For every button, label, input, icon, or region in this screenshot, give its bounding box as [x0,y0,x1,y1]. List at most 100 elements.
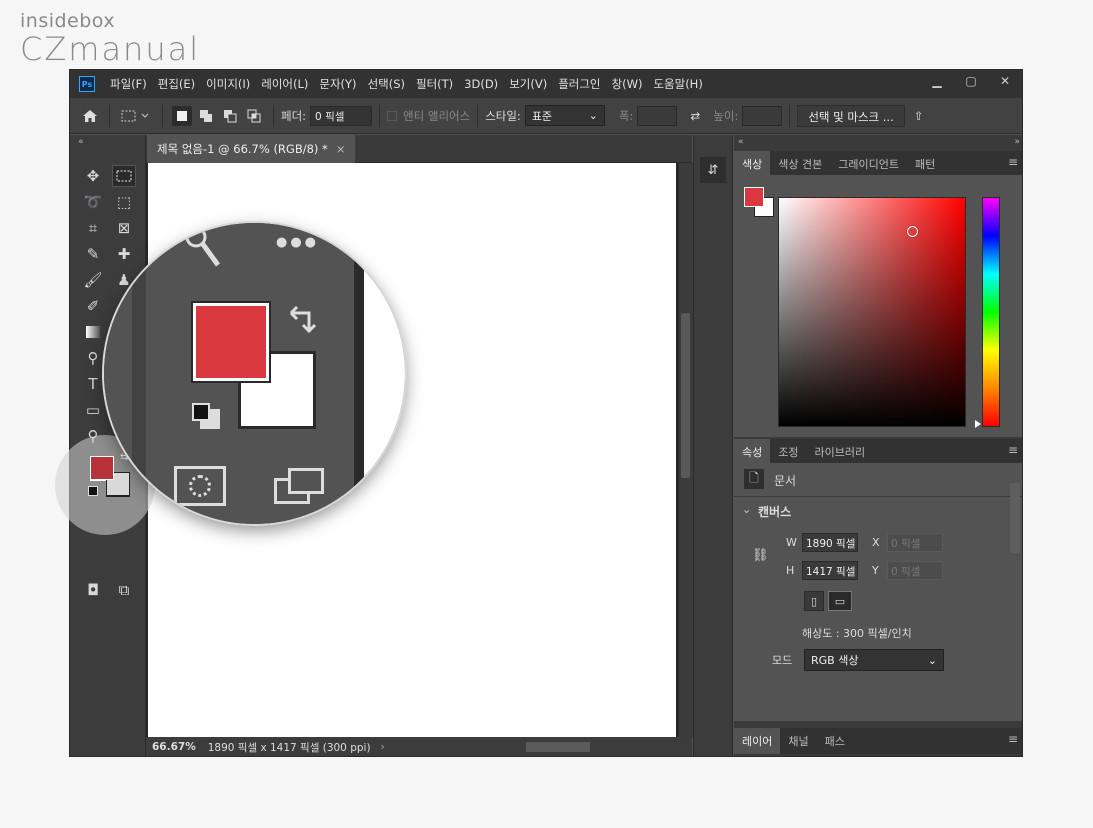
shape-tool-icon[interactable]: ▭ [81,399,105,421]
tab-adjustments[interactable]: 조정 [770,439,806,463]
height-input[interactable] [742,105,783,126]
saturation-brightness-picker[interactable] [778,197,966,427]
object-select-tool-icon[interactable]: ⬚ [112,191,136,213]
zoom-screen-mode-icon [274,466,324,506]
collapse-left-icon[interactable]: « [78,137,84,147]
subtract-selection-icon[interactable] [220,106,240,126]
zoom-level[interactable]: 66.67% [152,741,196,753]
properties-scrollbar[interactable] [1010,483,1020,553]
style-label: 스타일: [485,108,521,123]
hl-swap-colors-icon[interactable]: ⇆ [120,452,128,463]
collapse-right-left-icon[interactable]: « [738,137,744,147]
w-label: W [786,536,797,549]
screen-mode-icon[interactable]: ⧉ [112,579,136,601]
style-dropdown[interactable]: 표준 ⌄ [524,105,605,126]
history-panel-icon[interactable]: ⇵ [700,157,726,183]
maximize-icon[interactable]: ▢ [954,70,988,92]
tab-properties[interactable]: 속성 [734,439,771,463]
menu-type[interactable]: 문자(Y) [314,76,362,92]
menu-help[interactable]: 도움말(H) [648,76,708,92]
swap-dimensions-icon[interactable]: ⇄ [685,106,705,126]
hue-slider[interactable] [982,197,1000,427]
x-field: 0 픽셀 [887,533,943,552]
new-selection-icon[interactable] [172,105,192,126]
history-brush-icon[interactable]: ✐ [81,295,105,317]
type-tool-icon[interactable]: T [81,373,105,395]
layers-menu-icon[interactable]: ≡ [1008,732,1018,746]
x-label: X [872,536,880,549]
chevron-down-icon[interactable]: ⌄ [742,503,751,516]
portrait-icon[interactable]: ▯ [804,591,824,611]
crop-tool-icon[interactable]: ⌗ [81,217,105,239]
tab-color[interactable]: 색상 [734,151,771,175]
menu-select[interactable]: 선택(S) [363,76,411,92]
home-icon[interactable] [80,106,100,126]
hl-foreground-swatch[interactable] [90,456,114,480]
tab-channels[interactable]: 채널 [780,728,816,754]
height-field[interactable]: 1417 픽셀 [802,561,858,580]
hl-default-colors-icon[interactable] [88,486,98,496]
menu-plugins[interactable]: 플러그인 [553,76,606,92]
tab-patterns[interactable]: 패턴 [907,151,943,175]
brush-tool-icon[interactable]: 🖌 [81,269,105,291]
collapse-right-icon[interactable]: » [1014,137,1020,147]
width-input[interactable] [637,105,678,126]
rect-marquee-preset-icon[interactable] [119,106,153,126]
zoom-panel-edge [132,223,146,524]
menu-3d[interactable]: 3D(D) [459,77,504,91]
close-icon[interactable]: ✕ [988,70,1022,92]
canvas-horizontal-scrollbar[interactable] [454,737,684,756]
menu-image[interactable]: 이미지(I) [201,76,256,92]
landscape-icon[interactable]: ▭ [828,591,852,611]
mode-dropdown[interactable]: RGB 색상 ⌄ [804,649,944,671]
properties-menu-icon[interactable]: ≡ [1008,443,1018,457]
rect-marquee-tool-icon[interactable] [112,165,136,187]
share-icon[interactable]: ⇧ [909,106,929,126]
lasso-tool-icon[interactable]: ➰ [81,191,105,213]
properties-doc-label: 문서 [774,474,797,488]
status-arrow-icon[interactable]: › [381,741,385,753]
zoom-magnifier: ●●● [104,223,405,524]
minimize-icon[interactable]: ▁ [920,70,954,92]
document-tab[interactable]: 제목 없음-1 @ 66.7% (RGB/8) * × [147,135,356,163]
watermark-line1: insidebox [20,10,116,32]
menu-layer[interactable]: 레이어(L) [256,76,314,92]
canvas-vertical-scrollbar[interactable] [679,163,693,737]
tab-paths[interactable]: 패스 [817,728,853,754]
quick-mask-icon[interactable]: ◘ [81,579,105,601]
zoom-foreground-swatch [193,303,269,381]
menu-window[interactable]: 창(W) [607,76,649,92]
zoom-default-fg-icon [192,403,210,421]
style-value: 표준 [531,109,553,123]
tab-gradients[interactable]: 그레이디언트 [830,151,907,175]
link-icon[interactable]: ⛓ [752,548,769,563]
properties-divider [734,496,1022,497]
tab-layers[interactable]: 레이어 [734,728,781,754]
panel-menu-icon[interactable]: ≡ [1008,155,1018,169]
menu-edit[interactable]: 편집(E) [153,76,201,92]
add-selection-icon[interactable] [196,106,216,126]
eyedropper-tool-icon[interactable]: ✎ [81,243,105,265]
width-field[interactable]: 1890 픽셀 [802,533,858,552]
gradient-tool-icon[interactable] [81,321,105,343]
antialias-checkbox[interactable] [387,110,398,121]
picker-ring[interactable] [907,226,918,237]
feather-input[interactable]: 0 픽셀 [310,105,373,126]
select-and-mask-button[interactable]: 선택 및 마스크 ... [797,104,905,127]
y-label: Y [872,564,879,577]
panel-fg-swatch[interactable] [744,187,764,207]
tab-libraries[interactable]: 라이브러리 [807,439,874,463]
color-panel-tabs: 색상 색상 견본 그레이디언트 패턴 ≡ [734,151,1022,175]
menu-filter[interactable]: 필터(T) [411,76,459,92]
menu-view[interactable]: 보기(V) [504,76,553,92]
menu-file[interactable]: 파일(F) [105,76,153,92]
intersect-selection-icon[interactable] [244,106,264,126]
hue-slider-handle[interactable] [975,420,981,428]
mode-value: RGB 색상 [811,654,859,667]
close-tab-icon[interactable]: × [336,142,346,156]
canvas-section-title: 캔버스 [758,505,792,519]
right-panels: 색상 색상 견본 그레이디언트 패턴 ≡ 속성 조정 라이브러리 ≡ 🗋 문서 … [734,135,1022,756]
move-tool-icon[interactable]: ✥ [81,165,105,187]
tab-swatches[interactable]: 색상 견본 [770,151,830,175]
dodge-tool-icon[interactable]: ⚲ [81,347,105,369]
